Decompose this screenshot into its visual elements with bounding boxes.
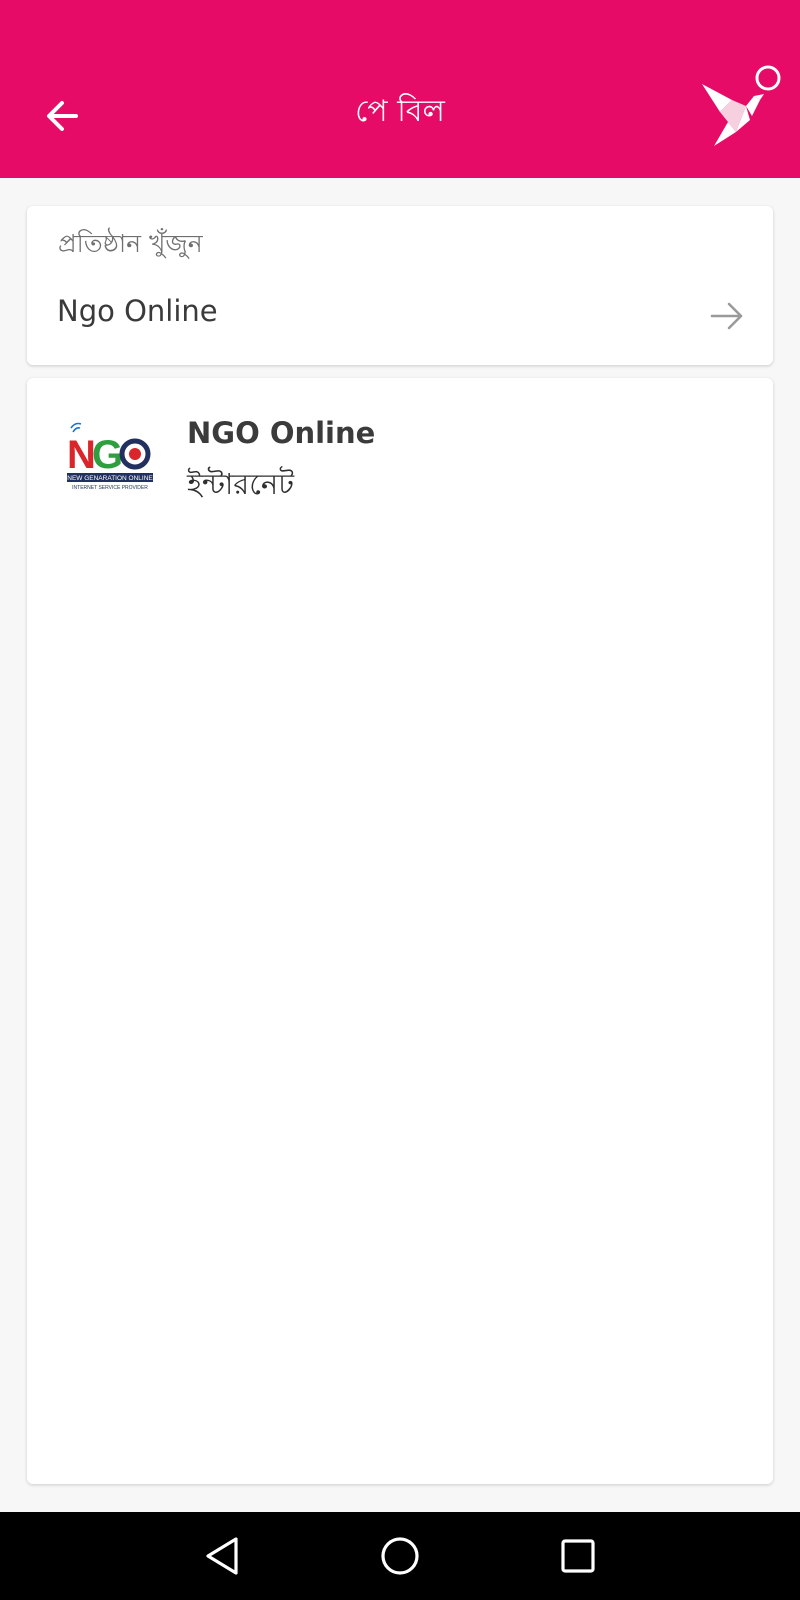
triangle-back-icon — [206, 1537, 238, 1575]
nav-home-button[interactable] — [370, 1526, 430, 1586]
origami-bird-icon[interactable] — [698, 60, 790, 150]
biller-category: ইন্টারনেট — [187, 467, 295, 501]
nav-back-button[interactable] — [192, 1526, 252, 1586]
search-card: প্রতিষ্ঠান খুঁজুন — [27, 206, 773, 365]
search-submit-button[interactable] — [703, 292, 751, 340]
biller-list-item[interactable]: N G NEW GENARATION ONLINE INTERNET SERVI… — [27, 378, 773, 528]
square-recents-icon — [561, 1539, 595, 1573]
biller-name: NGO Online — [187, 416, 376, 450]
system-navigation-bar — [0, 1512, 800, 1600]
circle-home-icon — [381, 1537, 419, 1575]
ngo-online-logo: N G NEW GENARATION ONLINE INTERNET SERVI… — [67, 422, 153, 491]
page-title: পে বিল — [355, 94, 445, 129]
arrow-right-icon — [710, 302, 743, 330]
app-bar: পে বিল — [0, 0, 800, 178]
svg-text:G: G — [92, 433, 123, 477]
svg-text:NEW GENARATION ONLINE: NEW GENARATION ONLINE — [67, 475, 153, 482]
svg-text:INTERNET SERVICE PROVIDER: INTERNET SERVICE PROVIDER — [72, 485, 148, 491]
search-input[interactable] — [57, 286, 697, 336]
nav-recents-button[interactable] — [548, 1526, 608, 1586]
search-label: প্রতিষ্ঠান খুঁজুন — [58, 229, 203, 258]
results-list: N G NEW GENARATION ONLINE INTERNET SERVI… — [27, 378, 773, 1484]
